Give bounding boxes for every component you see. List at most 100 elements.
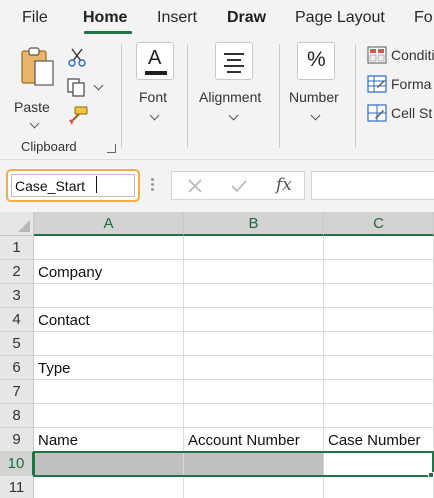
- worksheet-grid: A B C 1 2 3 4 5 6 7 8 9 10 11 Company Co…: [0, 212, 434, 498]
- name-box-value: Case_Start: [15, 178, 86, 194]
- cell-a7[interactable]: [34, 380, 184, 404]
- row-header-10[interactable]: 10: [0, 452, 34, 476]
- tab-formulas[interactable]: Fo: [414, 9, 433, 27]
- number-button[interactable]: % Number: [287, 42, 347, 122]
- cell-c11[interactable]: [324, 476, 434, 498]
- cell-b5[interactable]: [184, 332, 324, 356]
- cell-c9[interactable]: Case Number: [324, 428, 434, 452]
- row-header-11[interactable]: 11: [0, 476, 34, 498]
- clipboard-dialog-launcher-icon[interactable]: [107, 144, 116, 153]
- cell-a3[interactable]: [34, 284, 184, 308]
- cell-c2[interactable]: [324, 260, 434, 284]
- conditional-formatting-button[interactable]: Conditi: [367, 45, 434, 67]
- align-center-icon: [215, 42, 253, 80]
- row-header-8[interactable]: 8: [0, 404, 34, 428]
- font-button[interactable]: A Font: [133, 42, 177, 122]
- cell-b11[interactable]: [184, 476, 324, 498]
- row-header-7[interactable]: 7: [0, 380, 34, 404]
- row-header-4[interactable]: 4: [0, 308, 34, 332]
- cell-a1[interactable]: [34, 236, 184, 260]
- row-header-6[interactable]: 6: [0, 356, 34, 380]
- row-header-5[interactable]: 5: [0, 332, 34, 356]
- format-as-table-label: Forma: [391, 76, 432, 92]
- tab-page-layout[interactable]: Page Layout: [295, 9, 385, 27]
- name-box-highlight: Case_Start: [6, 169, 140, 202]
- cell-c8[interactable]: [324, 404, 434, 428]
- cell-a5[interactable]: [34, 332, 184, 356]
- cell-a8[interactable]: [34, 404, 184, 428]
- font-dropdown-icon: [149, 110, 160, 121]
- cell-b8[interactable]: [184, 404, 324, 428]
- cell-a2[interactable]: Company: [34, 260, 184, 284]
- cell-a4[interactable]: Contact: [34, 308, 184, 332]
- cell-a6[interactable]: Type: [34, 356, 184, 380]
- formula-bar: Case_Start fx: [0, 160, 434, 212]
- cell-c3[interactable]: [324, 284, 434, 308]
- column-header-b[interactable]: B: [184, 212, 324, 236]
- fill-handle[interactable]: [428, 472, 434, 478]
- ribbon-separator: [355, 44, 356, 148]
- format-painter-icon[interactable]: [67, 106, 89, 126]
- insert-function-icon[interactable]: fx: [276, 175, 292, 195]
- cell-c1[interactable]: [324, 236, 434, 260]
- format-as-table-button[interactable]: Forma: [367, 74, 434, 96]
- cell-a11[interactable]: [34, 476, 184, 498]
- cell-b10[interactable]: [184, 452, 324, 476]
- cell-styles-icon: [367, 104, 387, 122]
- row-header-1[interactable]: 1: [0, 236, 34, 260]
- column-header-c[interactable]: C: [324, 212, 434, 236]
- name-box[interactable]: Case_Start: [11, 174, 135, 197]
- formula-bar-grip-icon[interactable]: [151, 178, 154, 192]
- tab-insert[interactable]: Insert: [157, 9, 197, 27]
- alignment-dropdown-icon: [228, 110, 239, 121]
- conditional-formatting-icon: [367, 46, 387, 64]
- conditional-formatting-label: Conditi: [391, 47, 434, 63]
- cell-b2[interactable]: [184, 260, 324, 284]
- cell-c10[interactable]: [324, 452, 434, 476]
- clipboard-group-label: Clipboard: [21, 139, 77, 154]
- row-header-2[interactable]: 2: [0, 260, 34, 284]
- cell-b9[interactable]: Account Number: [184, 428, 324, 452]
- font-icon: A: [136, 42, 174, 80]
- formula-bar-buttons: fx: [171, 171, 305, 200]
- cell-c6[interactable]: [324, 356, 434, 380]
- paste-button[interactable]: Paste: [14, 46, 58, 129]
- active-tab-indicator: [84, 31, 132, 34]
- tab-file[interactable]: File: [22, 9, 48, 27]
- cell-c4[interactable]: [324, 308, 434, 332]
- cell-c7[interactable]: [324, 380, 434, 404]
- tab-draw[interactable]: Draw: [227, 9, 266, 27]
- cell-b6[interactable]: [184, 356, 324, 380]
- cell-b3[interactable]: [184, 284, 324, 308]
- cut-icon[interactable]: [68, 48, 86, 68]
- ribbon-separator: [187, 44, 188, 148]
- row-header-3[interactable]: 3: [0, 284, 34, 308]
- percent-icon: %: [297, 42, 335, 80]
- cell-styles-button[interactable]: Cell St: [367, 103, 434, 125]
- row-header-9[interactable]: 9: [0, 428, 34, 452]
- cancel-icon[interactable]: [187, 178, 203, 194]
- cell-b7[interactable]: [184, 380, 324, 404]
- font-label: Font: [139, 89, 168, 105]
- cell-styles-label: Cell St: [391, 105, 433, 121]
- formula-input[interactable]: [311, 171, 434, 200]
- cell-a10[interactable]: [34, 452, 184, 476]
- enter-checkmark-icon[interactable]: [230, 178, 248, 194]
- paste-dropdown-icon: [29, 118, 40, 129]
- ribbon: Paste Clipboard A Font Alignment % Numbe…: [0, 36, 434, 160]
- cell-a9[interactable]: Name: [34, 428, 184, 452]
- copy-dropdown-icon[interactable]: [93, 80, 104, 91]
- alignment-label: Alignment: [199, 89, 262, 105]
- alignment-button[interactable]: Alignment: [197, 42, 271, 122]
- number-label: Number: [289, 89, 339, 105]
- paste-icon: [21, 47, 54, 86]
- column-header-a[interactable]: A: [34, 212, 184, 236]
- number-dropdown-icon: [310, 110, 321, 121]
- select-all-button[interactable]: [0, 212, 34, 236]
- cell-b1[interactable]: [184, 236, 324, 260]
- copy-icon[interactable]: [66, 77, 88, 97]
- cell-c5[interactable]: [324, 332, 434, 356]
- tab-home[interactable]: Home: [83, 9, 127, 27]
- ribbon-separator: [279, 44, 280, 148]
- cell-b4[interactable]: [184, 308, 324, 332]
